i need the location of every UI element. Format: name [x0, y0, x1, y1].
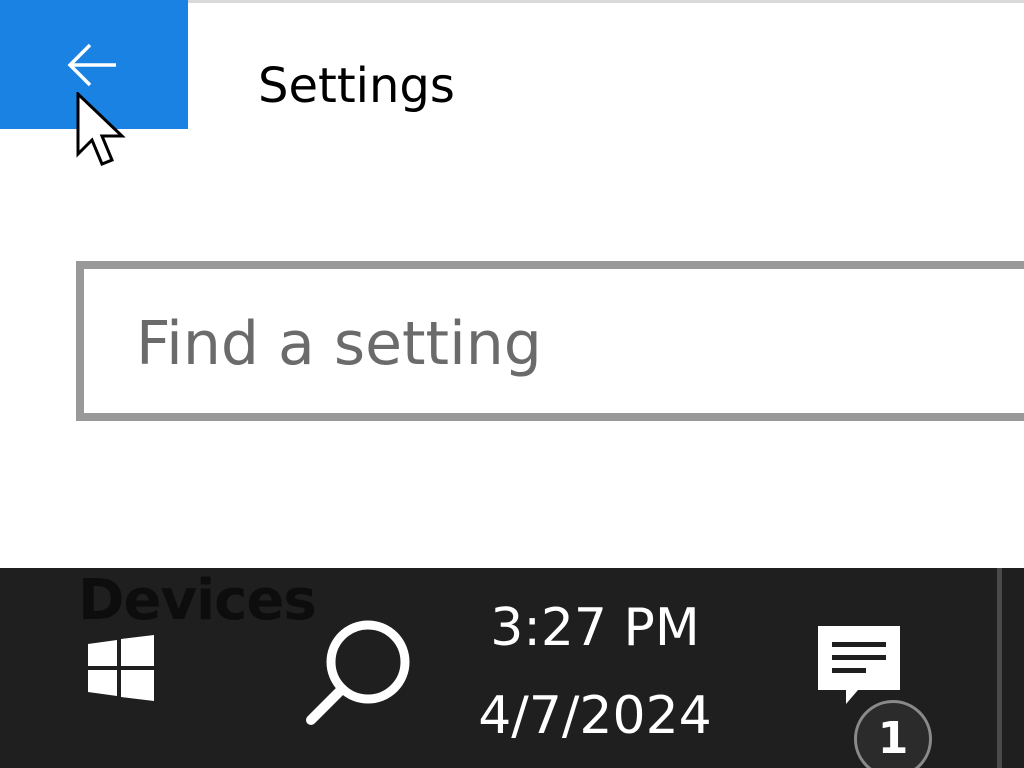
notification-badge: 1 [854, 700, 932, 768]
start-button[interactable] [64, 620, 176, 732]
taskbar-clock[interactable]: 3:27 PM 4/7/2024 [440, 588, 750, 758]
search-icon [306, 620, 410, 725]
back-button[interactable] [0, 0, 188, 129]
page-title: Settings [258, 58, 455, 114]
settings-window: Settings [0, 0, 1024, 568]
clock-date: 4/7/2024 [478, 686, 712, 746]
taskbar-search-button[interactable] [290, 596, 430, 736]
show-desktop-divider[interactable] [997, 568, 1002, 768]
action-center-button[interactable]: 1 [800, 608, 950, 768]
search-box[interactable] [76, 261, 1024, 421]
windows-logo-icon [88, 635, 154, 701]
taskbar: Devices 3:27 PM 4/7/2024 1 [0, 568, 1024, 768]
message-icon [818, 626, 900, 704]
search-input[interactable] [136, 299, 996, 389]
clock-time: 3:27 PM [490, 598, 700, 658]
arrow-left-icon [67, 43, 116, 87]
